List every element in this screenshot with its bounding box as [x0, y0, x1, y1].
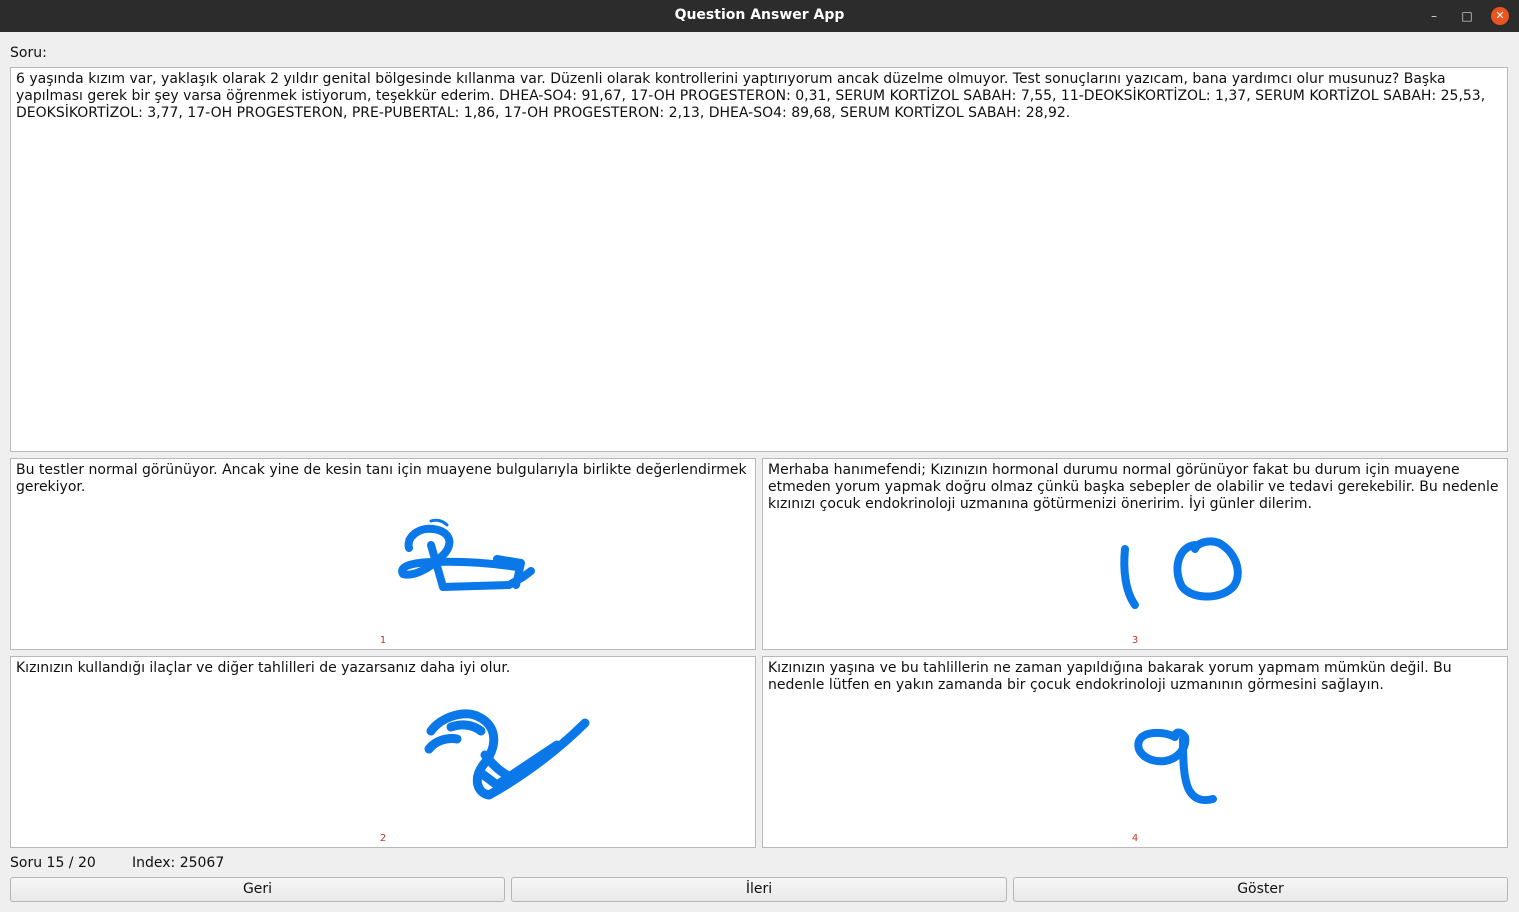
- next-button[interactable]: İleri: [511, 877, 1007, 902]
- show-button[interactable]: Göster: [1013, 877, 1508, 902]
- back-button[interactable]: Geri: [10, 877, 505, 902]
- question-label: Soru:: [10, 45, 47, 61]
- question-index: Index: 25067: [132, 855, 225, 871]
- window-title: Question Answer App: [674, 7, 845, 23]
- close-icon[interactable]: ✕: [1491, 7, 1509, 25]
- handwritten-score-2: [424, 709, 590, 800]
- answer-box-2[interactable]: Kızınızın kullandığı ilaçlar ve diğer ta…: [10, 656, 756, 848]
- answer-number: 4: [1131, 833, 1139, 844]
- answer-text: Kızınızın kullandığı ilaçlar ve diğer ta…: [16, 660, 511, 676]
- answer-box-3[interactable]: Merhaba hanımefendi; Kızınızın hormonal …: [762, 458, 1508, 650]
- answer-text: Kızınızın yaşına ve bu tahlillerin ne za…: [768, 660, 1452, 693]
- answer-number: 1: [379, 635, 387, 646]
- question-text: 6 yaşında kızım var, yaklaşık olarak 2 y…: [16, 71, 1486, 121]
- minimize-icon[interactable]: –: [1425, 7, 1443, 25]
- question-textbox[interactable]: 6 yaşında kızım var, yaklaşık olarak 2 y…: [10, 67, 1508, 452]
- answer-box-4[interactable]: Kızınızın yaşına ve bu tahlillerin ne za…: [762, 656, 1508, 848]
- answer-text: Merhaba hanımefendi; Kızınızın hormonal …: [768, 462, 1499, 512]
- answer-text: Bu testler normal görünüyor. Ancak yine …: [16, 462, 747, 495]
- title-bar: Question Answer App – □ ✕: [0, 0, 1519, 32]
- answer-box-1[interactable]: Bu testler normal görünüyor. Ancak yine …: [10, 458, 756, 650]
- answer-number: 2: [379, 833, 387, 844]
- question-progress: Soru 15 / 20: [10, 855, 96, 871]
- maximize-icon[interactable]: □: [1458, 7, 1476, 25]
- answer-number: 3: [1131, 635, 1139, 646]
